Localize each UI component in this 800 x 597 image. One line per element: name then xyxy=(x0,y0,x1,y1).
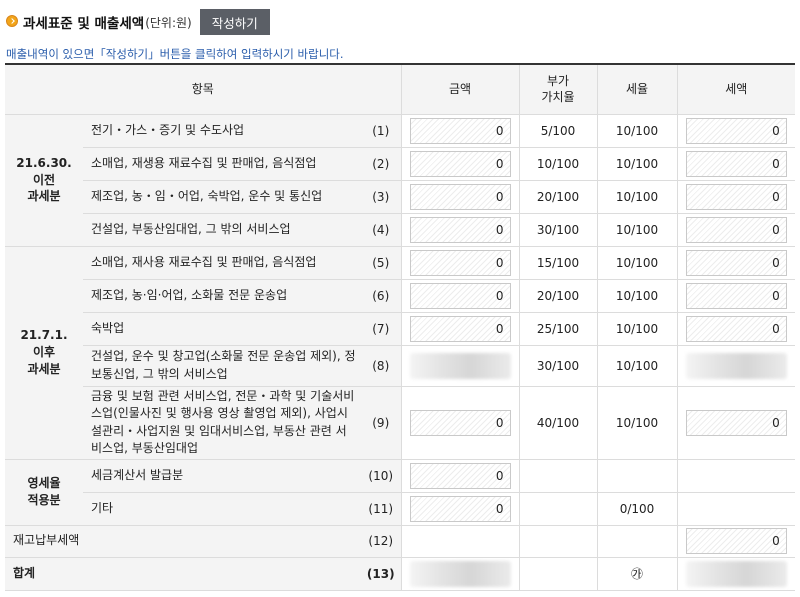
table-header-row: 항목 금액 부가 가치율 세율 세액 xyxy=(5,63,795,115)
row-label: 제조업, 농·임·어업, 소화물 전문 운송업 xyxy=(83,279,361,313)
vat-rate-value: 25/100 xyxy=(518,312,597,346)
table-row: 제조업, 농·임·어업, 소화물 전문 운송업 (6) 0 20/100 10/… xyxy=(5,279,795,313)
tax-rate-value: 10/100 xyxy=(596,114,677,148)
row-number: (13) xyxy=(361,557,401,591)
table-row: 제조업, 농・임・어업, 숙박업, 운수 및 통신업 (3) 0 20/100 … xyxy=(5,180,795,214)
amount-input[interactable]: 0 xyxy=(409,183,511,210)
amount-blurred xyxy=(409,352,511,379)
row-label: 제조업, 농・임・어업, 숙박업, 운수 및 통신업 xyxy=(83,180,361,214)
table-row: 영세율 적용분 세금계산서 발급분 (10) 0 xyxy=(5,459,795,526)
row-number: (3) xyxy=(361,180,401,214)
col-vat-rate: 부가 가치율 xyxy=(518,63,597,115)
row-number: (6) xyxy=(361,279,401,313)
amount-input[interactable]: 0 xyxy=(409,282,511,309)
amount-blurred xyxy=(409,560,511,587)
tax-rate-value: 10/100 xyxy=(596,345,677,387)
amount-input[interactable]: 0 xyxy=(409,315,511,342)
tax-rate-value: 10/100 xyxy=(596,312,677,346)
row-label: 세금계산서 발급분 xyxy=(83,459,361,493)
amount-input[interactable]: 0 xyxy=(409,249,511,276)
amount-input[interactable]: 0 xyxy=(409,462,511,489)
vat-rate-value: 20/100 xyxy=(518,279,597,313)
col-amount: 금액 xyxy=(400,63,519,115)
vat-rate-value: 15/100 xyxy=(518,246,597,280)
tax-input[interactable]: 0 xyxy=(685,216,787,243)
tax-rate-value: 10/100 xyxy=(596,180,677,214)
row-label: 재고납부세액 xyxy=(5,525,361,558)
tax-rate-value: 10/100 xyxy=(596,279,677,313)
vat-rate-value: 10/100 xyxy=(518,147,597,181)
check-bullet-icon xyxy=(6,15,18,27)
tax-base-table: 항목 금액 부가 가치율 세율 세액 21.6.30. 이전 과세분 전기・가스… xyxy=(5,63,795,591)
vat-rate-value: 5/100 xyxy=(518,114,597,148)
table-row: 숙박업 (7) 0 25/100 10/100 0 xyxy=(5,312,795,346)
tax-rate-value: 0/100 xyxy=(596,492,677,526)
tax-blurred xyxy=(685,352,787,379)
amount-input[interactable]: 0 xyxy=(409,495,511,522)
row-label: 숙박업 xyxy=(83,312,361,346)
total-mark: ㉮ xyxy=(596,557,677,591)
row-number: (2) xyxy=(361,147,401,181)
tax-rate-value: 10/100 xyxy=(596,213,677,247)
notice-text: 매출내역이 있으면「작성하기」버튼을 클릭하여 입력하시기 바랍니다. xyxy=(6,47,344,61)
tax-input[interactable]: 0 xyxy=(685,282,787,309)
row-label: 전기・가스・증기 및 수도사업 xyxy=(83,114,361,148)
vat-rate-value: 20/100 xyxy=(518,180,597,214)
table-row: 소매업, 재생용 재료수집 및 판매업, 음식점업 (2) 0 10/100 1… xyxy=(5,147,795,181)
row-number: (11) xyxy=(361,492,401,526)
col-tax-rate: 세율 xyxy=(596,63,677,115)
tax-rate-value: 10/100 xyxy=(596,246,677,280)
tax-rate-value: 10/100 xyxy=(596,147,677,181)
row-number: (4) xyxy=(361,213,401,247)
tax-input[interactable]: 0 xyxy=(685,117,787,144)
table-row: 금융 및 보험 관련 서비스업, 전문・과학 및 기술서비스업(인물사진 및 행… xyxy=(5,386,795,460)
total-row: 합계 (13) ㉮ xyxy=(5,557,795,591)
row-label: 소매업, 재사용 재료수집 및 판매업, 음식점업 xyxy=(83,246,361,280)
tax-input[interactable]: 0 xyxy=(685,315,787,342)
row-number: (10) xyxy=(361,459,401,493)
row-label: 기타 xyxy=(83,492,361,526)
table-row: 건설업, 부동산임대업, 그 밖의 서비스업 (4) 0 30/100 10/1… xyxy=(5,213,795,247)
table-row: 기타 (11) 0 0/100 xyxy=(5,492,795,526)
tax-input[interactable]: 0 xyxy=(685,150,787,177)
vat-rate-value: 30/100 xyxy=(518,345,597,387)
vat-rate-value: 40/100 xyxy=(518,386,597,460)
vat-rate-value: 30/100 xyxy=(518,213,597,247)
amount-input[interactable]: 0 xyxy=(409,150,511,177)
table-row: 건설업, 운수 및 창고업(소화물 전문 운송업 제외), 정보통신업, 그 밖… xyxy=(5,345,795,387)
group-zero-rate-label: 영세율 적용분 xyxy=(5,459,83,526)
row-number: (1) xyxy=(361,114,401,148)
write-button[interactable]: 작성하기 xyxy=(199,9,270,35)
table-row: 21.6.30. 이전 과세분 전기・가스・증기 및 수도사업 (1) 0 5/… xyxy=(5,114,795,247)
tax-input[interactable]: 0 xyxy=(685,528,787,554)
amount-input[interactable]: 0 xyxy=(409,216,511,243)
section-header: 과세표준 및 매출세액 (단위:원) 작성하기 xyxy=(6,8,270,36)
row-number: (7) xyxy=(361,312,401,346)
tax-blurred xyxy=(685,560,787,587)
row-number: (12) xyxy=(361,525,401,558)
unit-label: (단위:원) xyxy=(145,15,192,30)
total-label: 합계 xyxy=(5,557,361,591)
col-item: 항목 xyxy=(5,63,401,115)
row-label: 소매업, 재생용 재료수집 및 판매업, 음식점업 xyxy=(83,147,361,181)
tax-input[interactable]: 0 xyxy=(685,409,787,436)
row-label: 금융 및 보험 관련 서비스업, 전문・과학 및 기술서비스업(인물사진 및 행… xyxy=(83,386,361,460)
tax-rate-value: 10/100 xyxy=(596,386,677,460)
amount-input[interactable]: 0 xyxy=(409,117,511,144)
group-after-label: 21.7.1. 이후 과세분 xyxy=(5,246,83,460)
section-title: 과세표준 및 매출세액 xyxy=(23,16,145,32)
col-tax: 세액 xyxy=(676,63,795,115)
amount-input[interactable]: 0 xyxy=(409,409,511,436)
group-before-label: 21.6.30. 이전 과세분 xyxy=(5,114,83,247)
row-label: 건설업, 부동산임대업, 그 밖의 서비스업 xyxy=(83,213,361,247)
table-row: 21.7.1. 이후 과세분 소매업, 재사용 재료수집 및 판매업, 음식점업… xyxy=(5,246,795,460)
row-number: (8) xyxy=(361,345,401,387)
tax-input[interactable]: 0 xyxy=(685,183,787,210)
tax-input[interactable]: 0 xyxy=(685,249,787,276)
table-row: 재고납부세액 (12) 0 xyxy=(5,525,795,558)
row-label: 건설업, 운수 및 창고업(소화물 전문 운송업 제외), 정보통신업, 그 밖… xyxy=(83,345,361,387)
row-number: (5) xyxy=(361,246,401,280)
row-number: (9) xyxy=(361,386,401,460)
